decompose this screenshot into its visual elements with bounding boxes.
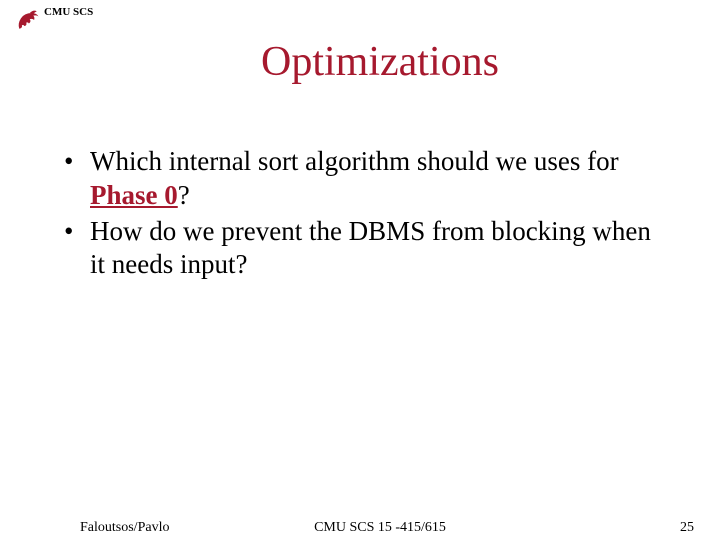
bullet-list: Which internal sort algorithm should we …: [62, 145, 660, 284]
slide-header: CMU SCS: [14, 6, 93, 34]
cmu-dragon-icon: [14, 6, 42, 34]
bullet-text-prefix: Which internal sort algorithm should we …: [90, 146, 619, 176]
header-label: CMU SCS: [44, 6, 93, 18]
slide-title: Optimizations: [0, 38, 720, 86]
bullet-text-prefix: How do we prevent the DBMS from blocking…: [90, 216, 651, 280]
footer-page-number: 25: [680, 520, 694, 536]
footer-course: CMU SCS 15 -415/615: [0, 520, 720, 536]
bullet-highlight: Phase 0: [90, 180, 178, 210]
bullet-text-suffix: ?: [178, 180, 190, 210]
bullet-item: Which internal sort algorithm should we …: [62, 145, 660, 213]
bullet-item: How do we prevent the DBMS from blocking…: [62, 215, 660, 283]
